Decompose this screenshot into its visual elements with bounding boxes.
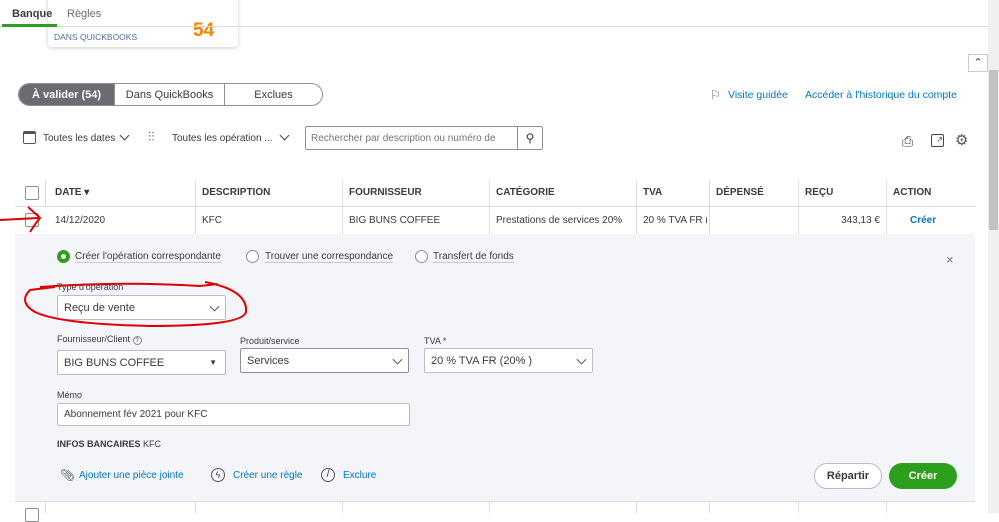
- row-received: 343,13 €: [841, 215, 880, 226]
- account-history-link[interactable]: Accéder à l'historique du compte: [805, 89, 957, 101]
- search-input[interactable]: [305, 126, 518, 150]
- chevron-down-icon: [392, 354, 403, 365]
- chevron-down-icon: [209, 301, 220, 312]
- tab-banque[interactable]: Banque: [12, 8, 52, 20]
- guided-tour-icon: ⚐: [710, 88, 721, 102]
- segment-dans-quickbooks[interactable]: Dans QuickBooks: [115, 84, 225, 105]
- chevron-down-icon[interactable]: [279, 130, 290, 141]
- search-icon: ⚲: [525, 131, 535, 145]
- exclude-link[interactable]: Exclure: [343, 470, 376, 481]
- col-supplier[interactable]: FOURNISSEUR: [349, 187, 422, 198]
- attach-link[interactable]: Ajouter une pièce jointe: [79, 470, 184, 481]
- card-label: DANS QUICKBOOKS: [54, 32, 138, 42]
- paperclip-icon: 📎︎: [60, 468, 76, 482]
- card-count: 54: [193, 20, 215, 41]
- create-button[interactable]: Créer: [889, 463, 957, 489]
- row-description: KFC: [202, 215, 222, 226]
- bank-info: INFOS BANCAIRES KFC: [57, 439, 162, 449]
- radio-find-match[interactable]: [246, 250, 259, 263]
- tva-value: 20 % TVA FR (20% ): [431, 354, 533, 367]
- guided-tour-link[interactable]: Visite guidée: [728, 89, 788, 101]
- close-icon[interactable]: ×: [946, 252, 954, 267]
- product-value: Services: [247, 354, 290, 367]
- type-label: Type d'opération: [57, 282, 124, 292]
- bolt-icon: ϟ: [211, 468, 225, 482]
- radio-transfer[interactable]: [415, 250, 428, 263]
- segment-a-valider[interactable]: À valider (54): [19, 84, 115, 105]
- help-icon: ?: [132, 336, 142, 345]
- row-date: 14/12/2020: [55, 215, 106, 226]
- export-icon[interactable]: ↗: [931, 134, 944, 147]
- scrollbar-thumb[interactable]: [989, 70, 998, 230]
- radio-create[interactable]: [57, 250, 70, 263]
- col-description[interactable]: DESCRIPTION: [202, 187, 270, 198]
- row-category: Prestations de services 20%: [496, 215, 623, 226]
- supplier-label: Fournisseur/Client ?: [57, 334, 142, 345]
- col-tva[interactable]: TVA: [643, 187, 662, 198]
- status-segments: À valider (54) Dans QuickBooks Exclues: [18, 83, 323, 106]
- type-value: Reçu de vente: [64, 301, 135, 314]
- split-button[interactable]: Répartir: [814, 463, 882, 489]
- scroll-up-button[interactable]: ⌃: [968, 54, 988, 72]
- chevron-down-icon[interactable]: [119, 130, 130, 141]
- row-tva: 20 % TVA FR (2: [643, 215, 707, 226]
- calendar-icon: [23, 131, 36, 144]
- search-button[interactable]: ⚲: [517, 126, 543, 150]
- col-action[interactable]: ACTION: [893, 187, 931, 198]
- chevron-down-icon: [576, 354, 587, 365]
- radio-find-match-label[interactable]: Trouver une correspondance: [265, 251, 394, 263]
- product-select[interactable]: Services: [240, 348, 409, 373]
- print-icon[interactable]: ⎙: [902, 133, 913, 150]
- tva-label: TVA *: [424, 336, 447, 346]
- tab-regles[interactable]: Règles: [67, 8, 101, 20]
- active-tab-underline: [2, 24, 57, 27]
- sliders-icon: ⫶⫶: [148, 129, 155, 144]
- supplier-select[interactable]: BIG BUNS COFFEE ▼: [57, 350, 226, 375]
- radio-transfer-label[interactable]: Transfert de fonds: [433, 251, 514, 263]
- col-date[interactable]: DATE ▾: [55, 187, 89, 198]
- scrollbar[interactable]: [988, 0, 999, 513]
- exclude-icon: /: [321, 468, 335, 482]
- col-spent[interactable]: DÉPENSÉ: [716, 187, 764, 198]
- operations-filter[interactable]: Toutes les opération ...: [172, 133, 273, 144]
- radio-create-label[interactable]: Créer l'opération correspondante: [75, 251, 221, 263]
- row-checkbox[interactable]: [25, 508, 39, 522]
- segment-exclues[interactable]: Exclues: [225, 84, 322, 105]
- col-category[interactable]: CATÉGORIE: [496, 187, 555, 198]
- row-create-link[interactable]: Créer: [910, 215, 936, 226]
- product-label: Produit/service: [240, 336, 300, 346]
- tabs-divider: [0, 26, 990, 27]
- date-filter[interactable]: Toutes les dates: [43, 133, 115, 144]
- tva-select[interactable]: 20 % TVA FR (20% ): [424, 348, 593, 373]
- row-supplier: BIG BUNS COFFEE: [349, 215, 441, 226]
- gear-icon[interactable]: ⚙: [955, 131, 968, 149]
- row-checkbox[interactable]: [25, 213, 39, 227]
- col-received[interactable]: REÇU: [805, 187, 833, 198]
- caret-down-icon: ▼: [209, 358, 217, 367]
- transaction-type-select[interactable]: Reçu de vente: [57, 295, 226, 320]
- select-all-checkbox[interactable]: [25, 186, 39, 200]
- create-rule-link[interactable]: Créer une règle: [233, 470, 302, 481]
- memo-label: Mémo: [57, 390, 83, 400]
- memo-input[interactable]: Abonnement fév 2021 pour KFC: [57, 403, 410, 426]
- supplier-value: BIG BUNS COFFEE: [64, 356, 165, 369]
